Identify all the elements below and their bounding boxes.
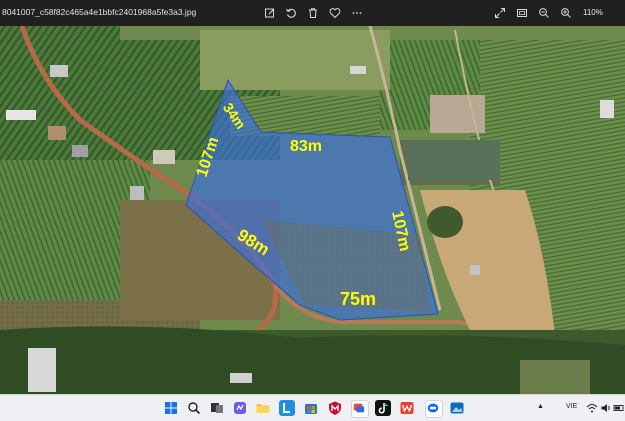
volume-icon[interactable] bbox=[600, 401, 612, 413]
expand-icon[interactable] bbox=[492, 5, 508, 21]
language-indicator[interactable]: VIE bbox=[566, 403, 577, 410]
tray-overflow-icon[interactable]: ▲ bbox=[537, 403, 544, 410]
zoom-out-icon[interactable] bbox=[536, 5, 552, 21]
title-bar: 8041007_c58f82c465a4e1bbfc2401968a5fe3a3… bbox=[0, 0, 625, 26]
zoom-in-icon[interactable] bbox=[558, 5, 574, 21]
widgets-icon[interactable] bbox=[232, 400, 248, 416]
file-explorer-icon[interactable] bbox=[255, 400, 271, 416]
app-l-icon[interactable] bbox=[279, 400, 295, 416]
label-83m: 83m bbox=[290, 138, 322, 155]
start-icon[interactable] bbox=[163, 400, 179, 416]
search-icon[interactable] bbox=[186, 400, 202, 416]
wps-icon[interactable] bbox=[399, 400, 415, 416]
mcafee-icon[interactable] bbox=[327, 400, 343, 416]
label-75m: 75m bbox=[340, 289, 376, 309]
photos-icon[interactable] bbox=[449, 400, 465, 416]
battery-icon[interactable] bbox=[613, 401, 625, 413]
delete-icon[interactable] bbox=[305, 5, 321, 21]
tiktok-icon[interactable] bbox=[375, 400, 391, 416]
zalo-app-icon[interactable] bbox=[425, 400, 443, 418]
image-canvas[interactable]: 34m 83m 107m 107m 98m 75m bbox=[0, 26, 625, 394]
store-icon[interactable] bbox=[303, 400, 319, 416]
file-name: 8041007_c58f82c465a4e1bbfc2401968a5fe3a3… bbox=[2, 7, 197, 17]
task-view-icon[interactable] bbox=[209, 400, 225, 416]
edit-icon[interactable] bbox=[262, 5, 278, 21]
zoom-level: 110% bbox=[583, 8, 603, 17]
taskbar: ▲ VIE bbox=[0, 394, 625, 421]
wifi-icon[interactable] bbox=[586, 401, 598, 413]
more-icon[interactable] bbox=[349, 5, 365, 21]
favorite-icon[interactable] bbox=[327, 5, 343, 21]
zalo-icon[interactable] bbox=[351, 400, 369, 418]
fit-icon[interactable] bbox=[514, 5, 530, 21]
aerial-photo: 34m 83m 107m 107m 98m 75m bbox=[0, 26, 625, 394]
rotate-icon[interactable] bbox=[283, 5, 299, 21]
